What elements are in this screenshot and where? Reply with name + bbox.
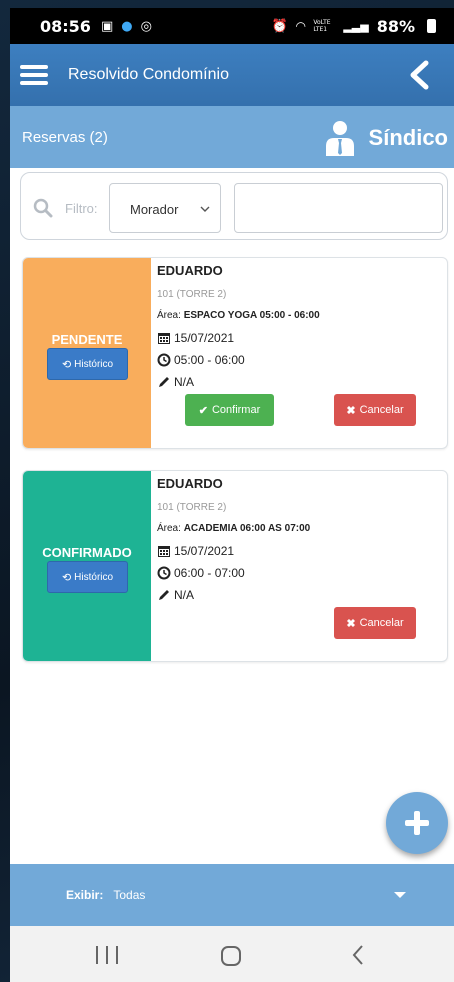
reservation-date: 15/07/2021 <box>157 331 234 345</box>
display-filter-value: Todas <box>113 888 146 902</box>
reservation-date: 15/07/2021 <box>157 544 234 558</box>
pencil-icon <box>159 377 169 387</box>
menu-icon[interactable] <box>20 65 48 85</box>
resident-unit: 101 (TORRE 2) <box>157 289 227 300</box>
chevron-down-icon <box>200 206 210 212</box>
status-badge: CONFIRMADO <box>42 545 132 560</box>
battery-level: 88% <box>376 16 415 36</box>
reservation-time: 05:00 - 06:00 <box>157 353 245 367</box>
phone-screen: 08:56 ▣ ● ◎ ⏰ ◠ VoLTE LTE1 ▂▃▅ 88% Resol… <box>10 8 454 982</box>
reservation-area: Área: ACADEMIA 06:00 AS 07:00 <box>157 523 311 534</box>
check-icon: ✔ <box>198 404 208 417</box>
close-icon: ✖ <box>346 404 356 417</box>
pencil-icon <box>159 590 169 600</box>
network-label: VoLTE LTE1 <box>313 19 331 33</box>
status-badge: PENDENTE <box>51 332 123 347</box>
role-indicator: Síndico <box>325 120 448 156</box>
resident-unit: 101 (TORRE 2) <box>157 502 227 513</box>
status-time: 08:56 <box>40 16 91 36</box>
confirm-button[interactable]: ✔ Confirmar <box>185 394 274 426</box>
reservation-card: PENDENTE ⟲ Histórico EDUARDO 101 (TORRE … <box>22 257 448 449</box>
filter-type-select[interactable]: Morador <box>109 183 221 233</box>
plus-icon <box>405 811 429 835</box>
history-button[interactable]: ⟲ Histórico <box>47 561 128 593</box>
recents-icon[interactable] <box>96 946 118 964</box>
resident-name: EDUARDO <box>157 476 223 491</box>
nav-back-icon[interactable] <box>351 944 365 966</box>
filter-panel: Filtro: Morador <box>20 172 448 240</box>
message-icon: ▣ <box>100 18 114 34</box>
system-nav-bar <box>10 926 454 982</box>
app-header: Resolvido Condomínio <box>10 44 454 106</box>
reservation-area: Área: ESPACO YOGA 05:00 - 06:00 <box>157 310 320 321</box>
reservation-note: N/A <box>157 375 194 389</box>
reservation-note: N/A <box>157 588 194 602</box>
display-filter-label: Exibir: <box>66 888 104 902</box>
reservation-details: EDUARDO 101 (TORRE 2) Área: ACADEMIA 06:… <box>157 471 447 661</box>
cancel-button[interactable]: ✖ Cancelar <box>334 394 416 426</box>
hand-icon: ● <box>121 18 133 34</box>
reservas-count: Reservas (2) <box>22 128 108 146</box>
clock-icon <box>157 566 171 580</box>
cancel-button[interactable]: ✖ Cancelar <box>334 607 416 639</box>
alarm-icon: ⏰ <box>271 18 289 34</box>
back-arrow-icon[interactable] <box>406 60 432 90</box>
role-label: Síndico <box>368 125 448 150</box>
status-bar: 08:56 ▣ ● ◎ ⏰ ◠ VoLTE LTE1 ▂▃▅ 88% <box>10 8 454 44</box>
status-panel: CONFIRMADO ⟲ Histórico <box>23 471 151 661</box>
wifi-icon: ◠ <box>296 19 306 33</box>
close-icon: ✖ <box>346 617 356 630</box>
search-icon <box>33 198 53 218</box>
reservation-details: EDUARDO 101 (TORRE 2) Área: ESPACO YOGA … <box>157 258 447 448</box>
signal-icon: ▂▃▅ <box>343 19 369 33</box>
filter-type-value: Morador <box>130 202 179 217</box>
reservation-time: 06:00 - 07:00 <box>157 566 245 580</box>
battery-icon <box>427 19 436 33</box>
instagram-icon: ◎ <box>140 18 152 34</box>
clock-icon <box>157 353 171 367</box>
app-title: Resolvido Condomínio <box>68 66 229 83</box>
calendar-icon <box>158 333 170 344</box>
display-filter-bar[interactable]: Exibir: Todas <box>10 864 454 926</box>
filter-text-input[interactable] <box>234 183 443 233</box>
history-icon: ⟲ <box>61 358 72 371</box>
reservation-card: CONFIRMADO ⟲ Histórico EDUARDO 101 (TORR… <box>22 470 448 662</box>
history-icon: ⟲ <box>61 571 72 584</box>
caret-down-icon[interactable] <box>394 892 406 898</box>
calendar-icon <box>158 546 170 557</box>
user-tie-icon <box>325 121 354 156</box>
resident-name: EDUARDO <box>157 263 223 278</box>
status-panel: PENDENTE ⟲ Histórico <box>23 258 151 448</box>
section-header: Reservas (2) Síndico <box>10 106 454 168</box>
home-icon[interactable] <box>221 946 241 966</box>
device-frame: 08:56 ▣ ● ◎ ⏰ ◠ VoLTE LTE1 ▂▃▅ 88% Resol… <box>0 0 454 982</box>
history-button[interactable]: ⟲ Histórico <box>47 348 128 380</box>
add-reservation-button[interactable] <box>386 792 448 854</box>
filter-label: Filtro: <box>65 201 98 216</box>
